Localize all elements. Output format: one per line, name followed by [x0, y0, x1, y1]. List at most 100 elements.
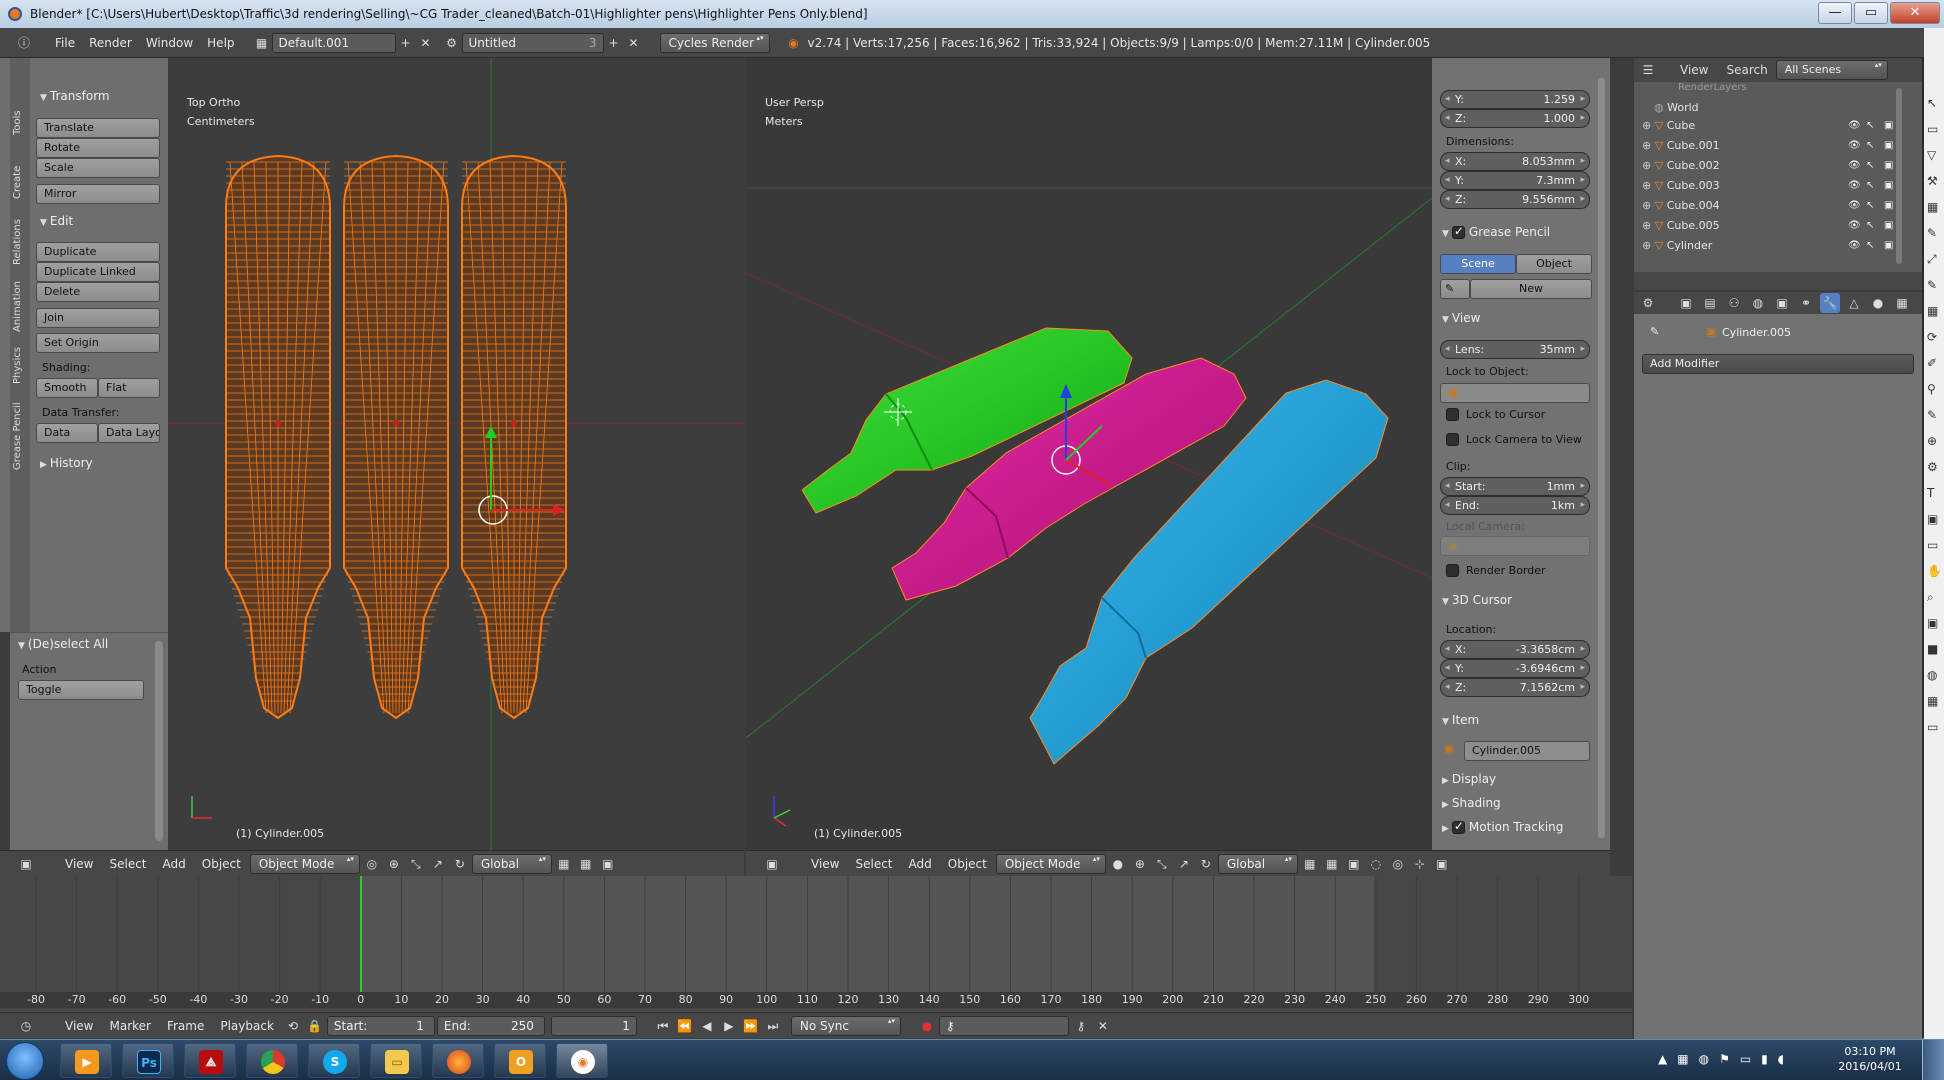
- editor-type-icon[interactable]: ▣: [762, 854, 782, 874]
- scene-icon[interactable]: ⚙: [442, 33, 462, 53]
- flag-icon[interactable]: ⚑: [1719, 1052, 1730, 1066]
- outliner-menu-view[interactable]: View: [1680, 63, 1708, 77]
- operator-panel-header[interactable]: ▼ (De)select All: [18, 637, 108, 651]
- keying-set-field[interactable]: ⚷: [938, 1015, 1069, 1036]
- proportional-icon[interactable]: ◎: [1388, 854, 1408, 874]
- side-tool-icon[interactable]: ▦: [1927, 694, 1938, 708]
- rotate-manip-icon[interactable]: ↻: [450, 854, 470, 874]
- duplicate-button[interactable]: Duplicate: [36, 242, 160, 262]
- end-frame-field[interactable]: End: 250: [436, 1015, 545, 1036]
- side-tool-icon[interactable]: ▭: [1927, 720, 1938, 734]
- tab-physics[interactable]: Physics: [12, 341, 26, 391]
- layers-icon-2[interactable]: ▦: [1322, 854, 1342, 874]
- tab-animation[interactable]: Animation: [12, 277, 26, 337]
- outliner-row[interactable]: ⊕ ▽ Cube.005 👁 ↖ ▣: [1642, 218, 1893, 234]
- layers-icon[interactable]: ▦: [554, 854, 574, 874]
- lock-to-cursor-checkbox[interactable]: [1446, 408, 1459, 421]
- scale-button[interactable]: Scale: [36, 158, 160, 178]
- outliner-row[interactable]: ⊕ ▽ Cube.004 👁 ↖ ▣: [1642, 198, 1893, 214]
- jump-start-icon[interactable]: ⏮: [653, 1016, 673, 1036]
- item-name-field[interactable]: Cylinder.005: [1464, 741, 1590, 761]
- taskbar-firefox-button[interactable]: [432, 1043, 484, 1078]
- delete-button[interactable]: Delete: [36, 282, 160, 302]
- side-tool-icon[interactable]: ✎: [1927, 408, 1937, 422]
- device-icon[interactable]: ▭: [1740, 1052, 1751, 1066]
- clock[interactable]: 03:10 PM 2016/04/01: [1832, 1044, 1908, 1074]
- item-panel-header[interactable]: ▼ Item: [1442, 713, 1479, 727]
- render-tab-icon[interactable]: ▣: [1676, 293, 1696, 313]
- properties-editor-icon[interactable]: ⚙: [1638, 293, 1658, 313]
- show-desktop-button[interactable]: [1922, 1040, 1944, 1080]
- translate-manip-icon[interactable]: ↗: [1174, 854, 1194, 874]
- side-tool-icon[interactable]: ⟳: [1927, 330, 1937, 344]
- delete-keyframe-icon[interactable]: ✕: [1093, 1016, 1113, 1036]
- location-y-field[interactable]: Y: 1.259: [1440, 90, 1590, 109]
- timeline[interactable]: -80 -70 -60 -50 -40 -30 -20 -10 0 10 20 30 40 50 60 70 8…: [0, 876, 1632, 1012]
- outliner-row[interactable]: ⊕ ▽ Cube.002 👁 ↖ ▣: [1642, 158, 1893, 174]
- screen-layout-field[interactable]: Default.001: [271, 32, 396, 53]
- side-tool-icon[interactable]: ▣: [1927, 616, 1938, 630]
- side-tool-icon[interactable]: ⚙: [1927, 460, 1938, 474]
- side-tool-icon[interactable]: ▦: [1927, 200, 1938, 214]
- network-icon[interactable]: ◍: [1699, 1052, 1709, 1066]
- cursor-select-icon[interactable]: ↖: [1866, 198, 1874, 214]
- timeline-menu-playback[interactable]: Playback: [213, 1016, 281, 1036]
- sync-dropdown[interactable]: No Sync: [790, 1015, 901, 1036]
- snap-target-icon[interactable]: ⊹: [1410, 854, 1430, 874]
- taskbar-outlook-button[interactable]: O: [494, 1043, 546, 1078]
- cursor-select-icon[interactable]: ↖: [1866, 238, 1874, 254]
- render-preview-icon[interactable]: ▣: [598, 854, 618, 874]
- render-toggle-icon[interactable]: ▣: [1884, 218, 1893, 234]
- dimension-z-field[interactable]: Z: 9.556mm: [1440, 190, 1590, 209]
- start-orb-icon[interactable]: [6, 1042, 44, 1080]
- side-tool-icon[interactable]: ▽: [1927, 148, 1936, 162]
- side-tool-icon[interactable]: ■: [1927, 642, 1938, 656]
- gp-scene-tab[interactable]: Scene: [1440, 254, 1516, 274]
- side-tool-icon[interactable]: ⚲: [1927, 382, 1936, 396]
- viewport-shading-icon[interactable]: ◎: [362, 854, 382, 874]
- outliner-row[interactable]: ⊕ ▽ Cube.003 👁 ↖ ▣: [1642, 178, 1893, 194]
- cursor-select-icon[interactable]: ↖: [1866, 218, 1874, 234]
- menu-view[interactable]: View: [804, 854, 846, 874]
- outliner-row[interactable]: ⊕ ▽ Cylinder 👁 ↖ ▣: [1642, 238, 1893, 254]
- side-tool-icon[interactable]: ⌕: [1927, 590, 1934, 605]
- eye-icon[interactable]: 👁: [1848, 138, 1861, 154]
- operator-scrollbar[interactable]: [155, 641, 163, 841]
- data-layout-button[interactable]: Data Layo: [98, 423, 160, 443]
- cursor-select-icon[interactable]: ↖: [1866, 118, 1874, 134]
- cursor-select-icon[interactable]: ↖: [1866, 158, 1874, 174]
- expand-icon[interactable]: ⊕: [1642, 139, 1655, 152]
- tab-grease-pencil[interactable]: Grease Pencil: [12, 396, 26, 476]
- layers-icon-2[interactable]: ▦: [576, 854, 596, 874]
- side-tool-icon[interactable]: ↖: [1927, 96, 1937, 110]
- render-border-checkbox[interactable]: [1446, 564, 1459, 577]
- eye-icon[interactable]: 👁: [1848, 218, 1861, 234]
- add-scene-icon[interactable]: +: [604, 33, 624, 53]
- join-button[interactable]: Join: [36, 308, 160, 328]
- menu-select[interactable]: Select: [102, 854, 153, 874]
- play-icon[interactable]: ▶: [719, 1016, 739, 1036]
- menu-window[interactable]: Window: [139, 33, 200, 53]
- eye-icon[interactable]: 👁: [1848, 238, 1861, 254]
- side-tool-icon[interactable]: ✐: [1927, 356, 1937, 370]
- render-toggle-icon[interactable]: ▣: [1884, 198, 1893, 214]
- translate-button[interactable]: Translate: [36, 118, 160, 138]
- scene-tab-icon[interactable]: ⚇: [1724, 293, 1744, 313]
- view-panel-header[interactable]: ▼ View: [1442, 311, 1480, 325]
- taskbar-photoshop-button[interactable]: Ps: [122, 1043, 174, 1078]
- outliner-row[interactable]: ⊕ ▽ Cube 👁 ↖ ▣: [1642, 118, 1893, 134]
- mode-dropdown[interactable]: Object Mode: [249, 853, 360, 874]
- side-tool-icon[interactable]: ▣: [1927, 512, 1938, 526]
- action-dropdown[interactable]: Toggle: [18, 680, 144, 700]
- constraints-tab-icon[interactable]: ⚭: [1796, 293, 1816, 313]
- expand-icon[interactable]: ⊕: [1642, 239, 1655, 252]
- jump-end-icon[interactable]: ⏭: [763, 1016, 783, 1036]
- expand-icon[interactable]: ⊕: [1642, 159, 1655, 172]
- expand-icon[interactable]: ⊕: [1642, 199, 1655, 212]
- render-toggle-icon[interactable]: ▣: [1884, 178, 1893, 194]
- object-tab-icon[interactable]: ▣: [1772, 293, 1792, 313]
- maximize-button[interactable]: ▭: [1854, 2, 1888, 24]
- clip-start-field[interactable]: Start: 1mm: [1440, 477, 1590, 496]
- menu-object[interactable]: Object: [195, 854, 248, 874]
- manipulator-icon[interactable]: ⤡: [406, 854, 426, 874]
